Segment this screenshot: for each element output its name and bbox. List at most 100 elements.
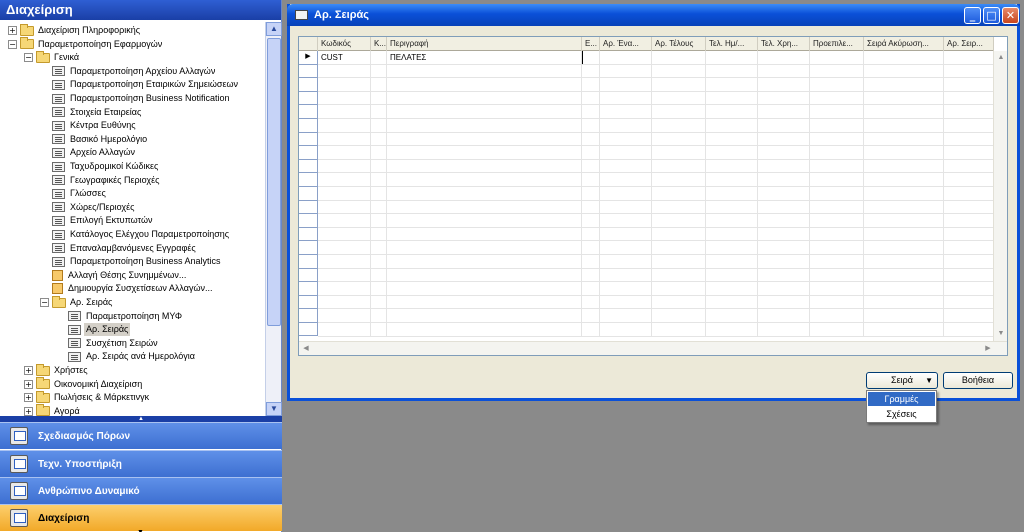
grid-cell[interactable] xyxy=(652,105,706,119)
grid-horizontal-scrollbar[interactable]: ◀ ▶ xyxy=(299,341,1007,355)
table-row[interactable] xyxy=(318,214,994,228)
expand-icon[interactable]: + xyxy=(24,379,33,389)
grid-cell[interactable] xyxy=(318,268,371,282)
column-header[interactable]: Σειρά Ακύρωση... xyxy=(864,37,944,51)
grid-cell[interactable] xyxy=(582,187,600,200)
grid-cell[interactable] xyxy=(318,64,371,78)
grid-cell[interactable] xyxy=(810,91,864,105)
grid-cell[interactable] xyxy=(582,227,600,241)
grid-cell[interactable] xyxy=(652,282,706,296)
tree-item[interactable]: + Πωλήσεις & Μάρκετινγκ xyxy=(24,390,151,404)
table-row[interactable] xyxy=(318,323,994,337)
column-header[interactable]: Κωδικός xyxy=(318,37,371,51)
row-selector[interactable] xyxy=(299,268,318,283)
grid-cell[interactable] xyxy=(944,51,994,64)
grid-cell[interactable] xyxy=(758,323,810,336)
grid-cell[interactable] xyxy=(652,214,706,228)
column-header[interactable]: Ε... xyxy=(582,37,600,51)
tree-item[interactable]: + Διαχείριση Πληροφορικής xyxy=(8,23,142,37)
grid-cell[interactable] xyxy=(600,241,652,255)
grid-cell[interactable] xyxy=(758,132,810,146)
grid-cell[interactable] xyxy=(706,119,758,132)
row-selector[interactable] xyxy=(299,295,318,310)
column-header[interactable]: Τελ. Ημ/... xyxy=(706,37,758,51)
grid-cell[interactable] xyxy=(758,309,810,323)
table-row[interactable] xyxy=(318,268,994,283)
tree-item[interactable]: + Οικονομική Διαχείριση xyxy=(24,377,144,391)
expand-icon[interactable]: + xyxy=(8,26,17,35)
grid-cell[interactable] xyxy=(387,323,582,336)
grid-cell[interactable] xyxy=(864,268,944,282)
grid-cell[interactable] xyxy=(582,309,600,323)
grid-cell[interactable] xyxy=(600,51,652,64)
grid-cell[interactable] xyxy=(600,119,652,132)
grid-cell[interactable] xyxy=(600,105,652,119)
grid-cell[interactable] xyxy=(758,51,810,64)
grid-cell[interactable] xyxy=(318,309,371,323)
grid-cell[interactable] xyxy=(652,51,706,64)
tree-item[interactable]: Βασικό Ημερολόγιο xyxy=(40,133,149,146)
grid-cell[interactable] xyxy=(810,282,864,296)
grid-cell[interactable] xyxy=(318,91,371,105)
tree-item[interactable]: − Παραμετροποίηση Εφαρμογών xyxy=(8,37,164,51)
grid-cell[interactable] xyxy=(582,173,600,187)
grid-cell[interactable] xyxy=(652,132,706,146)
menu-button[interactable]: Τεχν. Υποστήριξη xyxy=(0,450,282,477)
grid-cell[interactable]: ΠΕΛΑΤΕΣ xyxy=(387,51,582,64)
tree-item[interactable]: + Χρήστες xyxy=(24,363,90,377)
grid-cell[interactable]: CUST xyxy=(318,51,371,64)
table-row[interactable] xyxy=(318,91,994,106)
menu-button[interactable]: Ανθρώπινο Δυναμικό xyxy=(0,477,282,504)
grid-cell[interactable] xyxy=(706,241,758,255)
grid-cell[interactable] xyxy=(706,187,758,200)
grid-cell[interactable] xyxy=(864,159,944,173)
row-selector[interactable] xyxy=(299,64,318,79)
grid-cell[interactable] xyxy=(944,119,994,132)
table-row[interactable] xyxy=(318,105,994,119)
grid-cell[interactable] xyxy=(758,119,810,132)
table-row[interactable] xyxy=(318,309,994,323)
grid-cell[interactable] xyxy=(706,159,758,173)
table-row[interactable] xyxy=(318,159,994,174)
grid-cell[interactable] xyxy=(652,119,706,132)
tree-item[interactable]: Παραμετροποίηση Αρχείου Αλλαγών xyxy=(40,65,217,78)
grid-cell[interactable] xyxy=(387,173,582,187)
grid-cell[interactable] xyxy=(600,146,652,160)
grid-cell[interactable] xyxy=(944,282,994,296)
grid-cell[interactable] xyxy=(318,119,371,132)
grid-cell[interactable] xyxy=(810,187,864,200)
popup-item-lines[interactable]: Γραμμές xyxy=(868,392,935,406)
grid-cell[interactable] xyxy=(864,227,944,241)
tree-item[interactable]: Επαναλαμβανόμενες Εγγραφές xyxy=(40,242,198,255)
grid-cell[interactable] xyxy=(944,159,994,173)
grid-cell[interactable] xyxy=(706,323,758,336)
table-row[interactable] xyxy=(318,255,994,269)
grid-cell[interactable] xyxy=(318,105,371,119)
grid-cell[interactable] xyxy=(810,255,864,268)
grid-cell[interactable] xyxy=(600,132,652,146)
maximize-button[interactable]: □ xyxy=(983,7,1000,24)
grid-cell[interactable] xyxy=(944,78,994,92)
grid-cell[interactable] xyxy=(387,105,582,119)
grid-cell[interactable] xyxy=(810,173,864,187)
grid-cell[interactable] xyxy=(810,295,864,309)
row-selector[interactable] xyxy=(299,227,318,242)
grid-cell[interactable] xyxy=(318,200,371,214)
grid-cell[interactable] xyxy=(371,51,387,64)
grid-cell[interactable] xyxy=(944,227,994,241)
grid-cell[interactable] xyxy=(758,146,810,160)
grid-cell[interactable] xyxy=(387,200,582,214)
grid-cell[interactable] xyxy=(810,51,864,64)
grid-cell[interactable] xyxy=(864,105,944,119)
grid-cell[interactable] xyxy=(582,200,600,214)
row-selector[interactable] xyxy=(299,146,318,160)
grid-cell[interactable] xyxy=(387,309,582,323)
row-selector[interactable] xyxy=(299,254,318,269)
popup-item-relations[interactable]: Σχέσεις xyxy=(868,407,935,421)
tree-item[interactable]: Ταχυδρομικοί Κώδικες xyxy=(40,160,160,173)
column-header[interactable]: Περιγραφή xyxy=(387,37,582,51)
tree-item[interactable]: Επιλογή Εκτυπωτών xyxy=(40,214,155,227)
grid-cell[interactable] xyxy=(371,91,387,105)
tree-item[interactable]: + Αγορά xyxy=(24,404,82,416)
scroll-up-icon[interactable]: ▲ xyxy=(266,22,282,36)
